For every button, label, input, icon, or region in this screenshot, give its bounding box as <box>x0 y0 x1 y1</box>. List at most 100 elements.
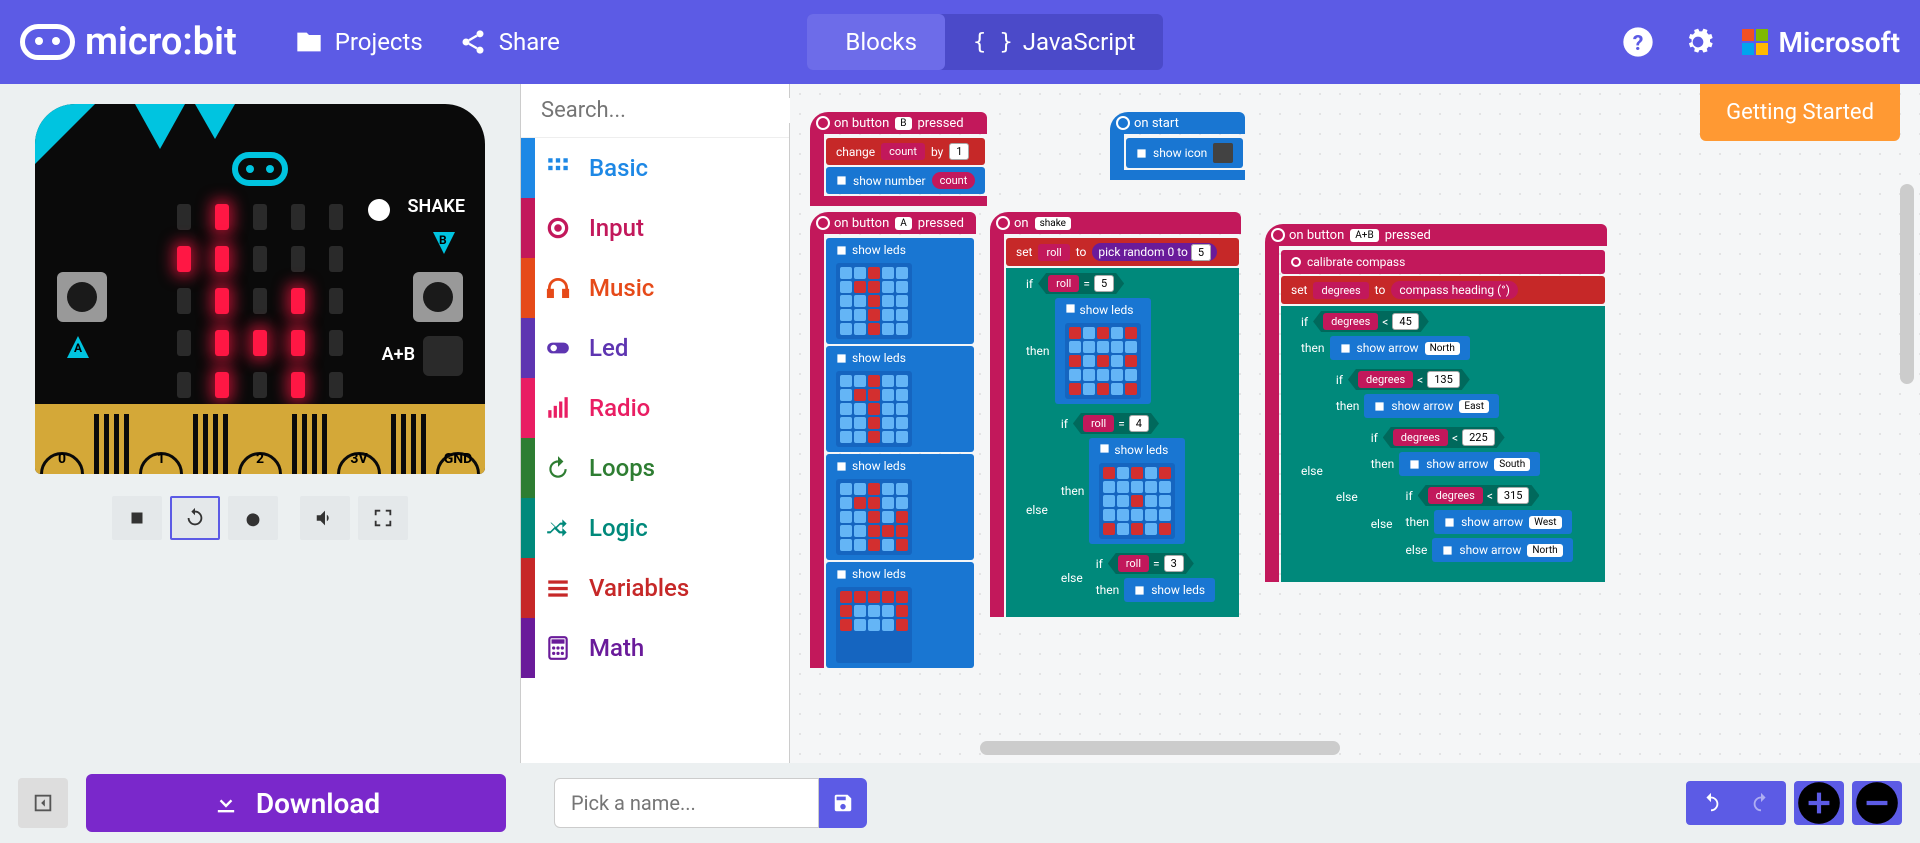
logo[interactable]: micro:bit <box>20 20 237 64</box>
stmt-show-leds-4[interactable]: show leds <box>826 562 974 668</box>
redo-button[interactable] <box>1736 781 1786 825</box>
category-loops[interactable]: Loops <box>521 438 789 498</box>
mute-button[interactable] <box>300 496 350 540</box>
calc-icon <box>545 635 571 661</box>
category-label: Led <box>589 334 628 362</box>
pin-1[interactable]: 1 <box>139 452 183 474</box>
search-row <box>521 84 789 138</box>
if-roll-5[interactable]: if roll = 5 then show leds else if roll … <box>1006 268 1239 617</box>
category-radio[interactable]: Radio <box>521 378 789 438</box>
block-on-shake[interactable]: on shake set roll to pick random 0 to 5 … <box>990 212 1241 617</box>
category-variables[interactable]: Variables <box>521 558 789 618</box>
expand-icon <box>372 507 394 529</box>
category-label: Math <box>589 634 644 662</box>
tab-blocks[interactable]: Blocks <box>807 14 945 70</box>
minus-icon <box>1852 778 1902 828</box>
pin-0[interactable]: 0 <box>40 452 84 474</box>
footer-right <box>1686 781 1902 825</box>
zoom-in-button[interactable] <box>1794 781 1844 825</box>
headphones-icon <box>545 275 571 301</box>
tab-javascript[interactable]: { } JavaScript <box>945 14 1163 70</box>
microsoft-logo[interactable]: Microsoft <box>1742 26 1900 59</box>
category-input[interactable]: Input <box>521 198 789 258</box>
hat-label: on start <box>1134 116 1179 131</box>
decor-tri <box>135 104 185 149</box>
download-button[interactable]: Download <box>86 774 506 832</box>
if-degrees[interactable]: if degrees < 45 then show arrow North el… <box>1281 306 1605 582</box>
category-label: Loops <box>589 454 655 482</box>
shake-indicator[interactable] <box>368 199 390 221</box>
editor-tabs: Blocks { } JavaScript <box>807 14 1163 70</box>
undo-icon <box>1700 792 1722 814</box>
redo-icon <box>545 455 571 481</box>
download-label: Download <box>256 787 380 820</box>
search-input[interactable] <box>541 98 819 123</box>
slowmo-button[interactable] <box>228 496 278 540</box>
a-label: A <box>67 336 89 358</box>
category-music[interactable]: Music <box>521 258 789 318</box>
gear-icon[interactable] <box>1682 26 1714 58</box>
sound-icon <box>314 507 336 529</box>
stmt-show-number[interactable]: show number count <box>826 167 985 194</box>
icon-preview <box>1213 143 1233 163</box>
microbit-simulator[interactable]: SHAKE A B A+B 0 1 2 3V <box>35 104 485 474</box>
stmt-show-leds-3[interactable]: show leds <box>826 454 974 560</box>
block-on-start[interactable]: on start show icon <box>1110 112 1245 180</box>
projects-label: Projects <box>335 28 423 56</box>
workspace-hscroll[interactable] <box>980 741 1340 755</box>
pin-gnd[interactable]: GND <box>436 452 480 474</box>
stmt-show-leds-1[interactable]: show leds <box>826 238 974 344</box>
button-ab[interactable] <box>423 336 463 376</box>
undo-button[interactable] <box>1686 781 1736 825</box>
category-label: Music <box>589 274 654 302</box>
braces-icon: { } <box>973 30 1013 55</box>
category-label: Logic <box>589 514 648 542</box>
tab-blocks-label: Blocks <box>845 28 917 56</box>
stmt-set-degrees[interactable]: set degrees to compass heading (°) <box>1281 276 1605 304</box>
logo-text: micro:bit <box>85 20 237 64</box>
pin-2[interactable]: 2 <box>238 452 282 474</box>
button-b[interactable] <box>413 272 463 322</box>
block-on-button-a[interactable]: on button A pressed show leds show leds … <box>810 212 976 670</box>
stop-button[interactable] <box>112 496 162 540</box>
stmt-change[interactable]: change count by 1 <box>826 138 985 165</box>
project-name-input[interactable] <box>554 778 819 828</box>
toggle-icon <box>545 335 571 361</box>
stmt-show-leds-2[interactable]: show leds <box>826 346 974 452</box>
stmt-calibrate[interactable]: calibrate compass <box>1281 250 1605 274</box>
workspace-vscroll[interactable] <box>1900 184 1914 384</box>
share-button[interactable]: Share <box>441 18 578 66</box>
led-matrix <box>177 204 343 398</box>
category-label: Basic <box>589 154 648 182</box>
microbit-eyes-icon <box>232 152 288 186</box>
stop-icon <box>126 507 148 529</box>
restart-button[interactable] <box>170 496 220 540</box>
category-strip <box>521 198 535 258</box>
help-icon[interactable]: ? <box>1622 26 1654 58</box>
category-strip <box>521 438 535 498</box>
fullscreen-button[interactable] <box>358 496 408 540</box>
category-led[interactable]: Led <box>521 318 789 378</box>
snail-icon <box>242 507 264 529</box>
getting-started-button[interactable]: Getting Started <box>1700 84 1900 141</box>
grid-icon <box>545 155 571 181</box>
save-button[interactable] <box>819 778 867 828</box>
projects-button[interactable]: Projects <box>277 18 441 66</box>
block-on-button-b[interactable]: on button B pressed change count by 1 sh… <box>810 112 987 206</box>
pin-3v[interactable]: 3V <box>337 452 381 474</box>
stmt-show-icon[interactable]: show icon <box>1126 138 1243 168</box>
share-label: Share <box>499 28 560 56</box>
category-strip <box>521 258 535 318</box>
block-on-button-ab[interactable]: on button A+B pressed calibrate compass … <box>1265 224 1607 582</box>
category-list: Basic Input Music Led Radio Loops Logic Variabl… <box>521 138 789 763</box>
button-a[interactable] <box>57 272 107 322</box>
category-math[interactable]: Math <box>521 618 789 678</box>
category-basic[interactable]: Basic <box>521 138 789 198</box>
zoom-out-button[interactable] <box>1852 781 1902 825</box>
workspace[interactable]: Getting Started on start show icon on bu… <box>790 84 1920 763</box>
stmt-set-roll[interactable]: set roll to pick random 0 to 5 <box>1006 238 1239 266</box>
category-strip <box>521 318 535 378</box>
svg-text:?: ? <box>1633 31 1644 56</box>
category-logic[interactable]: Logic <box>521 498 789 558</box>
collapse-sim-button[interactable] <box>18 778 68 828</box>
